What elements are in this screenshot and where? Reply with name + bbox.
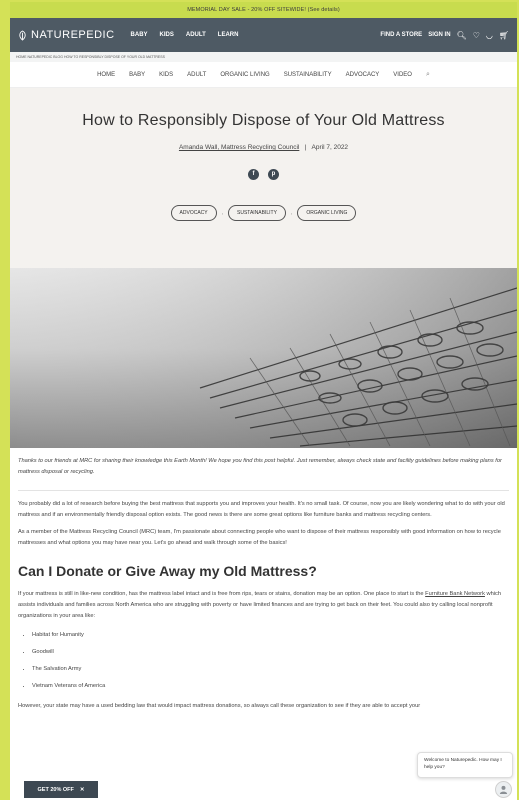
blognav-sustainability[interactable]: SUSTAINABILITY xyxy=(284,72,332,78)
sign-in-link[interactable]: SIGN IN xyxy=(428,32,450,38)
tag-sustainability[interactable]: SUSTAINABILITY xyxy=(228,205,286,221)
cart-icon[interactable]: 🛒︎ xyxy=(499,31,509,40)
discount-label: GET 20% OFF xyxy=(37,786,74,793)
intro-paragraph: You probably did a lot of research befor… xyxy=(18,501,505,518)
blognav-baby[interactable]: BABY xyxy=(129,72,145,78)
nav-kids[interactable]: KIDS xyxy=(160,32,174,38)
author-link[interactable]: Amanda Wall, Mattress Recycling Council xyxy=(179,144,299,151)
donation-paragraph: If your mattress is still in like-new co… xyxy=(10,589,517,622)
logo[interactable]: NATUREPEDIC xyxy=(18,29,115,41)
blognav-organic-living[interactable]: ORGANIC LIVING xyxy=(220,72,269,78)
leaf-logo-icon xyxy=(19,29,26,41)
byline: Amanda Wall, Mattress Recycling Council … xyxy=(10,144,517,151)
organization-list: Habitat for Humanity Goodwill The Salvat… xyxy=(10,629,517,697)
byline-separator: | xyxy=(304,144,307,151)
donation-text-start: If your mattress is still in like-new co… xyxy=(18,591,426,597)
get-discount-button[interactable]: GET 20% OFF ✕ xyxy=(24,781,98,798)
nav-baby[interactable]: BABY xyxy=(131,32,148,38)
blog-navigation: HOME BABY KIDS ADULT ORGANIC LIVING SUST… xyxy=(10,62,517,88)
tag-organic-living[interactable]: ORGANIC LIVING xyxy=(297,205,357,221)
list-item: Goodwill xyxy=(32,646,517,663)
person-icon xyxy=(499,785,508,794)
breadcrumb[interactable]: HOME NATUREPEDIC BLOG HOW TO RESPONSIBLY… xyxy=(10,52,517,62)
tag-advocacy[interactable]: ADVOCACY xyxy=(170,205,217,221)
chat-avatar-icon[interactable] xyxy=(495,781,512,798)
article-title: How to Responsibly Dispose of Your Old M… xyxy=(82,112,445,129)
share-buttons: f p xyxy=(10,169,517,180)
tag-separator: , xyxy=(221,210,223,216)
mattress-springs-illustration xyxy=(10,268,517,448)
mrc-paragraph: As a member of the Mattress Recycling Co… xyxy=(18,529,501,546)
page-frame: MEMORIAL DAY SALE - 20% OFF SITEWIDE! (S… xyxy=(0,0,519,800)
heart-icon[interactable]: ♡ xyxy=(473,31,480,40)
top-navigation: NATUREPEDIC BABY KIDS ADULT LEARN FIND A… xyxy=(10,18,517,52)
blognav-home[interactable]: HOME xyxy=(97,72,115,78)
promo-banner[interactable]: MEMORIAL DAY SALE - 20% OFF SITEWIDE! (S… xyxy=(10,2,517,18)
nav-adult[interactable]: ADULT xyxy=(186,32,206,38)
find-store-link[interactable]: FIND A STORE xyxy=(380,32,422,38)
divider xyxy=(18,490,509,491)
bedding-law-paragraph: However, your state may have a used bedd… xyxy=(18,703,421,709)
facebook-icon[interactable]: f xyxy=(248,169,259,180)
main-links: BABY KIDS ADULT LEARN xyxy=(131,32,239,38)
nav-learn[interactable]: LEARN xyxy=(218,32,239,38)
chat-welcome-bubble[interactable]: Welcome to Naturepedic. How may I help y… xyxy=(417,752,513,778)
article-hero-image xyxy=(10,268,517,448)
account-icon[interactable]: ◡ xyxy=(486,31,493,40)
list-item: Habitat for Humanity xyxy=(32,629,517,646)
furniture-bank-link[interactable]: Furniture Bank Network xyxy=(425,591,485,597)
tag-list: ADVOCACY , SUSTAINABILITY , ORGANIC LIVI… xyxy=(10,205,517,221)
search-icon[interactable]: 🔍︎ xyxy=(457,31,467,40)
close-icon[interactable]: ✕ xyxy=(80,787,85,793)
logo-text: NATUREPEDIC xyxy=(31,29,115,41)
section-heading: Can I Donate or Give Away my Old Mattres… xyxy=(18,563,317,579)
blog-search-icon[interactable]: ⌕ xyxy=(426,71,430,79)
blognav-adult[interactable]: ADULT xyxy=(187,72,206,78)
image-caption: Thanks to our friends at MRC for sharing… xyxy=(18,458,502,475)
blognav-kids[interactable]: KIDS xyxy=(159,72,173,78)
pinterest-icon[interactable]: p xyxy=(268,169,279,180)
tag-separator: , xyxy=(290,210,293,216)
article-header: How to Responsibly Dispose of Your Old M… xyxy=(10,88,517,268)
publish-date: April 7, 2022 xyxy=(311,144,349,151)
utility-links: FIND A STORE SIGN IN 🔍︎ ♡ ◡ 🛒︎ xyxy=(380,31,509,40)
list-item: Vietnam Veterans of America xyxy=(32,680,517,697)
list-item: The Salvation Army xyxy=(32,663,517,680)
blognav-video[interactable]: VIDEO xyxy=(393,72,412,78)
blognav-advocacy[interactable]: ADVOCACY xyxy=(346,72,380,78)
